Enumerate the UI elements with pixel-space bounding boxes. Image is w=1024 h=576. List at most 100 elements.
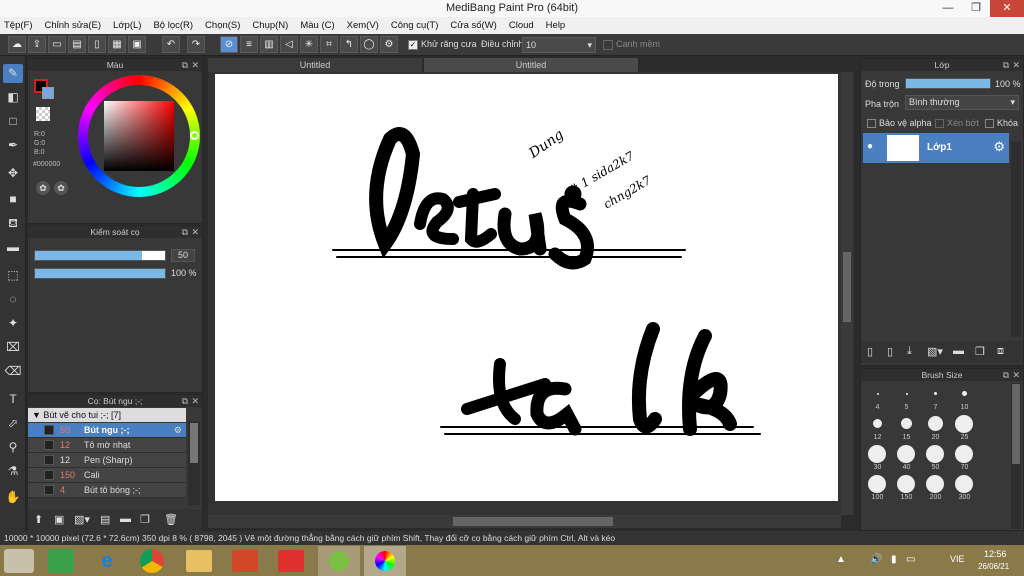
hand-tool-icon[interactable]: ✋ [3, 488, 23, 507]
settings-icon[interactable]: ⚙ [380, 36, 398, 53]
brush-copy-icon[interactable]: ▤ [100, 513, 110, 526]
antialias-checkbox[interactable]: ✓ [408, 40, 418, 50]
brush-item[interactable]: 4 Bút tô bóng ;-; [28, 483, 186, 498]
brush-group-row[interactable]: ▼ Bút vẽ cho tui ;-; [7] [28, 408, 186, 422]
move-tool-icon[interactable]: ✥ [3, 164, 23, 183]
brush-size-cell[interactable]: 7 [921, 383, 950, 413]
menu-select[interactable]: Chọn(S) [205, 20, 240, 31]
import-icon[interactable]: ⤓ [907, 345, 912, 358]
brush-checkbox[interactable] [44, 485, 54, 495]
hue-marker[interactable] [190, 131, 199, 140]
brush-size-cell[interactable]: 100 [863, 473, 892, 503]
duplicate-icon[interactable]: ❐ [975, 345, 985, 358]
language-indicator[interactable]: VIE [950, 554, 965, 564]
menu-help[interactable]: Help [546, 20, 566, 31]
brush-item[interactable]: 50 Bút ngu ;-; ⚙ [28, 423, 186, 438]
new-halftone-icon[interactable]: ▯ [887, 345, 893, 358]
clock-date[interactable]: 26/06/21 [978, 562, 1009, 571]
menu-view[interactable]: Xem(V) [347, 20, 379, 31]
menu-layer[interactable]: Lớp(L) [113, 20, 141, 31]
save-icon[interactable]: ▣ [128, 36, 146, 53]
brush-size-cell[interactable]: 40 [892, 443, 921, 473]
adjust-select[interactable]: 10 ▾ [522, 37, 596, 53]
perspective-snap-icon[interactable]: ◁ [280, 36, 298, 53]
brush-size-value[interactable]: 50 [171, 249, 195, 262]
curve-snap-icon[interactable]: ↰ [340, 36, 358, 53]
cloud-icon[interactable]: ☁ [8, 36, 26, 53]
hue-wheel[interactable] [78, 75, 200, 197]
brush-checkbox[interactable] [44, 470, 54, 480]
eraser-tool-icon[interactable]: ◧ [3, 88, 23, 107]
brush-item[interactable]: 12 Pen (Sharp) [28, 453, 186, 468]
horizontal-scrollbar[interactable] [208, 515, 841, 528]
close-icon[interactable]: ✕ [990, 0, 1024, 17]
trash-icon[interactable]: 🗑 [164, 513, 178, 526]
menu-edit[interactable]: Chỉnh sửa(E) [45, 20, 102, 31]
close-icon[interactable]: ✕ [191, 395, 199, 407]
grid-snap-icon[interactable]: ▥ [260, 36, 278, 53]
parallel-snap-icon[interactable]: ≡ [240, 36, 258, 53]
brush-new-icon[interactable]: ▣ [54, 513, 64, 526]
powerpoint-icon[interactable] [232, 550, 258, 572]
magic-wand-icon[interactable]: ✦ [3, 314, 23, 333]
new-layer-icon[interactable]: ▯ [867, 345, 873, 358]
brush-size-cell[interactable]: 10 [950, 383, 979, 413]
popout-icon[interactable]: ⧉ [1003, 369, 1009, 381]
menu-window[interactable]: Cửa số(W) [450, 20, 496, 31]
text-tool-icon[interactable]: T [3, 390, 23, 409]
brush-size-cell[interactable]: 4 [863, 383, 892, 413]
menu-tools[interactable]: Công cụ(T) [391, 20, 439, 31]
brush-checkbox[interactable] [44, 440, 54, 450]
menu-color[interactable]: Màu (C) [300, 20, 334, 31]
taskbar-app[interactable] [318, 546, 360, 576]
brush-checkbox[interactable] [44, 425, 54, 435]
menu-capture[interactable]: Chụp(N) [252, 20, 288, 31]
lock-checkbox[interactable] [985, 119, 994, 128]
undo-icon[interactable]: ↶ [162, 36, 180, 53]
folder-icon[interactable]: ▬ [120, 513, 131, 525]
popout-icon[interactable]: ⧉ [1003, 59, 1009, 71]
network-icon[interactable]: ▮ [891, 554, 897, 565]
brush-size-cell[interactable]: 70 [950, 443, 979, 473]
tab-untitled-2[interactable]: Untitled [424, 58, 638, 72]
menu-cloud[interactable]: Cloud [509, 20, 534, 31]
brush-tool-icon[interactable]: ✎ [3, 64, 23, 83]
comment-icon[interactable]: ▭ [48, 36, 66, 53]
popout-icon[interactable]: ⧉ [182, 395, 188, 407]
brush-menu-icon[interactable]: ▧▾ [74, 513, 90, 526]
chat-icon[interactable]: ▤ [68, 36, 86, 53]
panel-icon[interactable]: ▦ [108, 36, 126, 53]
brush-size-cell[interactable]: 300 [950, 473, 979, 503]
brush-size-cell[interactable]: 5 [892, 383, 921, 413]
app-icon[interactable] [278, 550, 304, 572]
palette-icon[interactable]: ✿ [36, 181, 50, 195]
battery-icon[interactable]: ▭ [906, 554, 915, 565]
transparent-swatch[interactable] [36, 107, 50, 121]
brush-add-icon[interactable]: ⬆ [34, 513, 43, 526]
close-icon[interactable]: ✕ [1012, 59, 1020, 71]
radial-snap-icon[interactable]: ✳ [300, 36, 318, 53]
cross-snap-icon[interactable]: ⌗ [320, 36, 338, 53]
no-snap-icon[interactable]: ⊘ [220, 36, 238, 53]
brush-checkbox[interactable] [44, 455, 54, 465]
brush-size-cell[interactable]: 15 [892, 413, 921, 443]
snap-checkbox[interactable] [603, 40, 613, 50]
collapse-icon[interactable]: ▼ [32, 410, 43, 420]
dropper-tool-icon[interactable]: ⚲ [3, 438, 23, 457]
minimize-icon[interactable]: — [934, 0, 962, 17]
ie-icon[interactable]: e [94, 549, 120, 573]
brush-size-cell[interactable]: 20 [921, 413, 950, 443]
brush-size-cell[interactable]: 200 [921, 473, 950, 503]
popout-icon[interactable]: ⧉ [182, 226, 188, 238]
tab-untitled-1[interactable]: Untitled [208, 58, 422, 72]
start-button[interactable] [4, 549, 34, 573]
operation-tool-icon[interactable]: ⬀ [3, 414, 23, 433]
protect-alpha-checkbox[interactable] [867, 119, 876, 128]
circle-snap-icon[interactable]: ◯ [360, 36, 378, 53]
tray-icon[interactable]: ▲ [836, 554, 846, 565]
gear-icon[interactable]: ⚙ [174, 425, 182, 436]
blend-mode-select[interactable]: Bình thường ▾ [905, 95, 1019, 110]
duplicate-icon[interactable]: ❐ [140, 513, 150, 526]
brush-size-cell[interactable]: 25 [950, 413, 979, 443]
dropper2-tool-icon[interactable]: ⚗ [3, 462, 23, 481]
